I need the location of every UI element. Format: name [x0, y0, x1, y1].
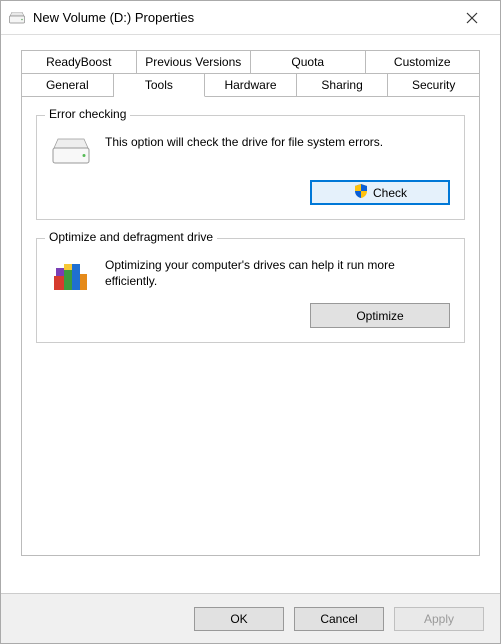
optimize-button[interactable]: Optimize — [310, 303, 450, 328]
tab-sharing[interactable]: Sharing — [297, 73, 389, 97]
close-button[interactable] — [452, 3, 492, 33]
apply-button-label: Apply — [424, 612, 454, 626]
apply-button[interactable]: Apply — [394, 607, 484, 631]
optimize-group: Optimize and defragment drive Optimizing… — [36, 238, 465, 343]
tab-quota[interactable]: Quota — [251, 50, 366, 73]
tab-general[interactable]: General — [21, 73, 114, 97]
error-checking-group: Error checking This option will check th… — [36, 115, 465, 220]
defrag-icon — [51, 259, 91, 291]
shield-icon — [353, 183, 369, 202]
tab-customize[interactable]: Customize — [366, 50, 481, 73]
check-button[interactable]: Check — [310, 180, 450, 205]
tab-readyboost[interactable]: ReadyBoost — [21, 50, 137, 73]
error-checking-description: This option will check the drive for fil… — [105, 134, 450, 150]
tab-tools[interactable]: Tools — [114, 73, 206, 97]
tab-security[interactable]: Security — [388, 73, 480, 97]
tab-previous-versions[interactable]: Previous Versions — [137, 50, 252, 73]
tabstrip: ReadyBoost Previous Versions Quota Custo… — [21, 50, 480, 97]
ok-button-label: OK — [230, 612, 247, 626]
content-area: ReadyBoost Previous Versions Quota Custo… — [1, 35, 500, 593]
optimize-button-label: Optimize — [356, 309, 403, 323]
dialog-footer: OK Cancel Apply — [1, 593, 500, 643]
drive-check-icon — [51, 136, 91, 168]
ok-button[interactable]: OK — [194, 607, 284, 631]
optimize-description: Optimizing your computer's drives can he… — [105, 257, 450, 289]
window-title: New Volume (D:) Properties — [33, 10, 452, 25]
drive-icon — [9, 10, 25, 26]
optimize-title: Optimize and defragment drive — [45, 230, 217, 244]
tab-body: Error checking This option will check th… — [21, 96, 480, 556]
properties-window: New Volume (D:) Properties ReadyBoost Pr… — [0, 0, 501, 644]
cancel-button-label: Cancel — [320, 612, 357, 626]
tab-hardware[interactable]: Hardware — [205, 73, 297, 97]
error-checking-title: Error checking — [45, 107, 130, 121]
titlebar: New Volume (D:) Properties — [1, 1, 500, 35]
check-button-label: Check — [373, 186, 407, 200]
cancel-button[interactable]: Cancel — [294, 607, 384, 631]
